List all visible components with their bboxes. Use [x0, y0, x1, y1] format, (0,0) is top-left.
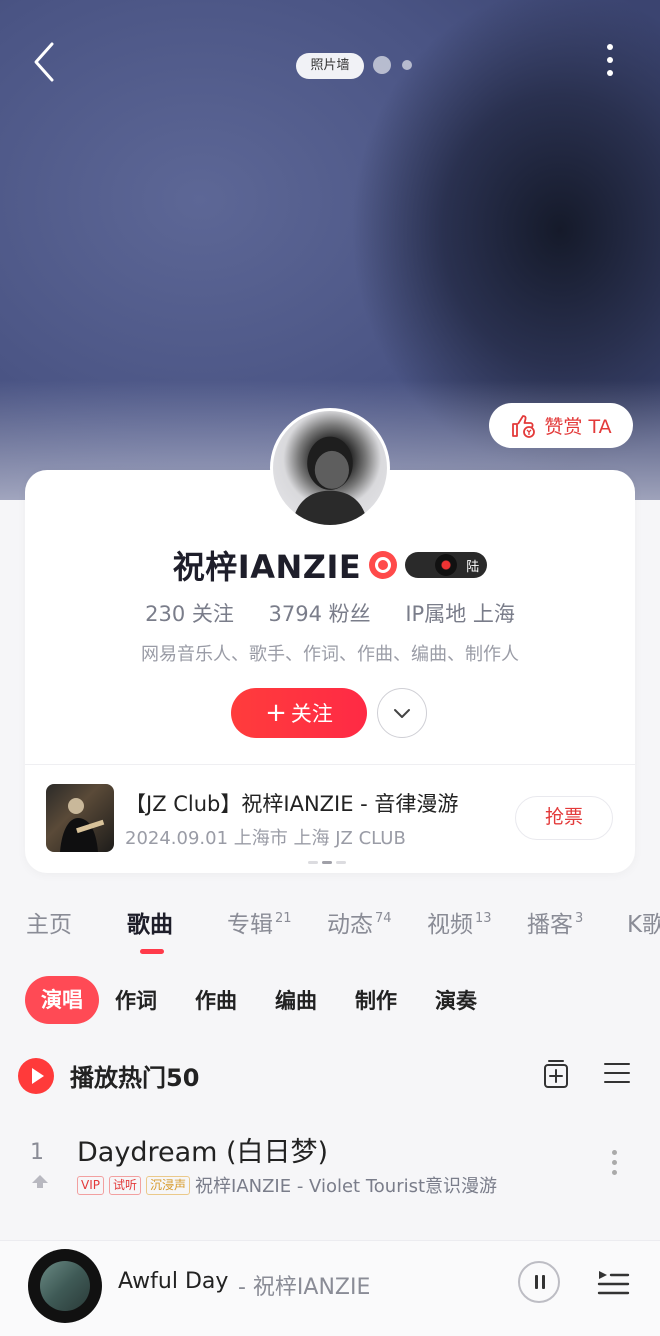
filter-perform[interactable]: 演奏 [435, 985, 477, 1015]
podcasts-count: 3 [575, 911, 584, 926]
event-thumbnail[interactable] [46, 784, 114, 852]
tab-moments[interactable]: 动态 74 [327, 905, 392, 939]
song-title[interactable]: Daydream (白日梦) [77, 1130, 328, 1169]
immersive-tag: 沉浸声 [146, 1175, 191, 1195]
now-playing-title: Awful Day [118, 1269, 229, 1294]
videos-count: 13 [475, 911, 492, 926]
event-title[interactable]: 【JZ Club】祝梓IANZIE - 音律漫游 [125, 788, 458, 818]
song-meta: VIP 试听 沉浸声 祝梓IANZIE - Violet Tourist意识漫游 [77, 1172, 497, 1198]
thumbs-up-coin-icon [512, 414, 536, 438]
preview-tag: 试听 [108, 1175, 141, 1195]
profile-card: 祝梓IANZIE 陆 230 关注 3794 粉丝 IP属地 上海 网易音乐人、… [25, 470, 635, 873]
chevron-down-icon [394, 709, 410, 718]
tab-podcasts[interactable]: 播客 3 [527, 905, 583, 939]
filter-produce[interactable]: 制作 [355, 985, 397, 1015]
now-playing-disc[interactable] [28, 1249, 102, 1323]
filter-sing[interactable]: 演唱 [25, 976, 99, 1024]
ip-location: IP属地 上海 [405, 602, 515, 626]
song-rank: 1 [30, 1140, 44, 1165]
follows-count[interactable]: 230 关注 [145, 602, 234, 626]
back-icon[interactable] [26, 40, 66, 84]
photo-wall-tab[interactable]: 照片墙 [296, 53, 364, 79]
hot-50-title[interactable]: 播放热门50 [70, 1058, 199, 1093]
song-role-filter: 演唱 作词 作曲 编曲 制作 演奏 [25, 976, 515, 1024]
name-row: 祝梓IANZIE 陆 [25, 542, 635, 588]
tab-videos[interactable]: 视频 13 [427, 905, 492, 939]
artist-roles: 网易音乐人、歌手、作词、作曲、编曲、制作人 [141, 644, 519, 665]
photo-dot-icon [402, 60, 412, 70]
event-pager [308, 861, 346, 864]
plus-icon: + [265, 698, 287, 728]
tab-albums[interactable]: 专辑 21 [227, 905, 292, 939]
add-to-playlist-icon[interactable] [542, 1058, 570, 1090]
expand-recommend-button[interactable] [377, 688, 427, 738]
tab-songs[interactable]: 歌曲 [127, 905, 173, 939]
multi-select-icon[interactable] [604, 1060, 630, 1086]
rank-up-icon [32, 1175, 48, 1188]
moments-count: 74 [375, 911, 392, 926]
now-playing-artist: - 祝梓IANZIE [238, 1275, 371, 1300]
albums-count: 21 [275, 911, 292, 926]
song-artist-album: 祝梓IANZIE - Violet Tourist意识漫游 [195, 1176, 498, 1197]
stats-row: 230 关注 3794 粉丝 IP属地 上海 [25, 598, 635, 628]
mini-player[interactable]: Awful Day - 祝梓IANZIE [0, 1240, 660, 1336]
divider [25, 764, 635, 765]
fans-count[interactable]: 3794 粉丝 [269, 602, 371, 626]
reward-label: 赞赏 TA [544, 416, 612, 438]
badge-lu-label: 陆 [466, 559, 480, 575]
active-tab-indicator [140, 949, 164, 954]
event-subtitle: 2024.09.01 上海市 上海 JZ CLUB [125, 828, 406, 849]
tab-karaoke[interactable]: K歌 [627, 905, 660, 939]
profile-tabs: 主页 歌曲 专辑 21 动态 74 视频 13 播客 3 K歌 [0, 905, 660, 955]
song-row[interactable]: 1 Daydream (白日梦) VIP 试听 沉浸声 祝梓IANZIE - V… [0, 1120, 660, 1210]
artist-name: 祝梓IANZIE [172, 548, 362, 586]
play-all-icon[interactable] [18, 1058, 54, 1094]
follow-button[interactable]: + 关注 [231, 688, 367, 738]
avatar[interactable] [270, 408, 390, 528]
tab-home[interactable]: 主页 [26, 905, 72, 939]
musician-badge-icon[interactable] [369, 551, 398, 579]
more-options-icon[interactable] [598, 40, 622, 84]
reward-button[interactable]: 赞赏 TA [489, 403, 633, 448]
photo-dot-icon [373, 56, 391, 74]
ticket-button[interactable]: 抢票 [515, 796, 613, 840]
playlist-queue-icon[interactable] [596, 1265, 630, 1299]
song-more-icon[interactable] [612, 1150, 620, 1180]
filter-arrange[interactable]: 编曲 [275, 985, 317, 1015]
follow-label: 关注 [290, 702, 333, 726]
vip-tag: VIP [77, 1175, 104, 1195]
pause-button[interactable] [518, 1261, 560, 1303]
filter-lyrics[interactable]: 作词 [115, 985, 157, 1015]
hot-50-row: 播放热门50 [18, 1056, 642, 1096]
filter-compose[interactable]: 作曲 [195, 985, 237, 1015]
vinyl-badge-icon[interactable]: 陆 [405, 552, 488, 578]
